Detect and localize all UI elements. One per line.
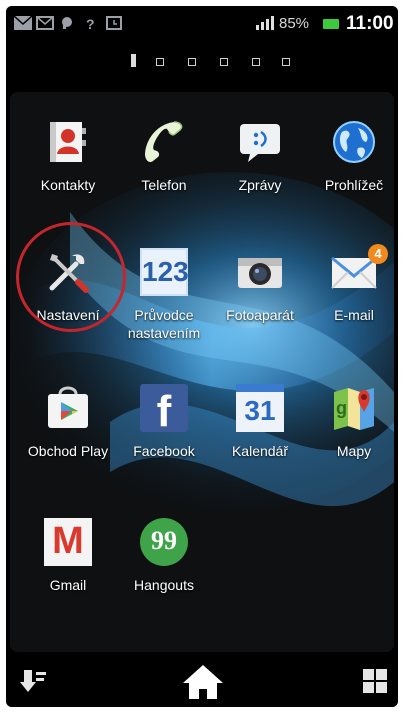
setup-guide-icon-text: 123	[142, 256, 189, 287]
help-icon: ?	[86, 16, 95, 30]
app-prohlizec[interactable]: Prohlížeč	[306, 112, 394, 232]
maps-icon: g	[334, 388, 374, 430]
hangouts-icon: 99	[140, 518, 188, 566]
browser-icon	[333, 121, 375, 163]
page-dot[interactable]	[156, 58, 164, 66]
battery-percent: 85%	[279, 15, 310, 32]
page-dot[interactable]	[188, 58, 196, 66]
app-drawer: Kontakty Telefon Zprávy Prohlížeč Nastav…	[10, 92, 394, 652]
app-label: Kalendář	[231, 443, 289, 459]
app-obchod[interactable]: Obchod Play	[20, 378, 116, 498]
mail-icon	[36, 16, 54, 30]
app-label: Mapy	[336, 443, 372, 459]
app-label: Telefon	[141, 177, 187, 193]
app-facebook[interactable]: f Facebook	[116, 378, 212, 498]
contacts-icon	[50, 122, 86, 162]
app-label: Prohlížeč	[324, 177, 384, 193]
battery-icon	[323, 19, 339, 29]
chat-icon	[62, 17, 72, 29]
app-email[interactable]: 4 E-mail	[306, 242, 394, 362]
page-dot[interactable]	[282, 58, 290, 66]
facebook-icon: f	[140, 384, 188, 432]
alarm-icon	[106, 16, 122, 30]
svg-text:?: ?	[86, 16, 95, 30]
hangouts-icon-text: 99	[151, 526, 177, 555]
sort-icon[interactable]	[20, 668, 48, 694]
messages-icon	[240, 124, 280, 162]
app-fotoaparat[interactable]: Fotoaparát	[212, 242, 308, 362]
setup-guide-icon: 123	[140, 248, 189, 296]
app-label: Hangouts	[134, 577, 194, 593]
app-label: Fotoaparát	[226, 307, 294, 323]
app-zpravy[interactable]: Zprávy	[212, 112, 308, 232]
app-label: Facebook	[133, 443, 195, 459]
phone-screen: ? 85% 11:00 Kontakty Telefon Zprávy Proh…	[6, 6, 398, 707]
grid-icon[interactable]	[362, 668, 388, 694]
status-bar: ? 85% 11:00	[6, 6, 398, 40]
app-label: Průvodce nastavením	[127, 307, 201, 341]
app-label: Zprávy	[238, 177, 282, 193]
app-kalendar[interactable]: 31 Kalendář	[212, 378, 308, 498]
signal-icon	[256, 16, 274, 30]
page-dot[interactable]	[220, 58, 228, 66]
page-dot-active[interactable]	[131, 54, 136, 67]
app-gmail[interactable]: M Gmail	[20, 512, 116, 632]
app-label: E-mail	[334, 307, 374, 323]
app-pruvodce[interactable]: 123 Průvodce nastavením	[116, 242, 212, 362]
app-label: Gmail	[49, 577, 87, 593]
navigation-bar	[6, 654, 398, 707]
play-store-icon	[48, 386, 88, 428]
calendar-icon: 31	[236, 384, 284, 432]
clock: 11:00	[346, 13, 394, 34]
app-label: Obchod Play	[27, 443, 109, 459]
app-telefon[interactable]: Telefon	[116, 112, 212, 232]
page-indicator	[6, 50, 398, 70]
phone-icon	[145, 121, 183, 163]
app-hangouts[interactable]: 99 Hangouts	[116, 512, 212, 632]
facebook-icon-text: f	[156, 387, 172, 432]
home-icon[interactable]	[181, 663, 225, 701]
app-mapy[interactable]: g Mapy	[306, 378, 394, 498]
email-badge: 4	[368, 244, 388, 264]
camera-icon	[238, 258, 282, 288]
app-label: Kontakty	[40, 177, 96, 193]
svg-text:g: g	[336, 398, 347, 418]
mail-icon	[14, 16, 32, 30]
gmail-icon-text: M	[52, 520, 84, 562]
email-badge-count: 4	[374, 246, 382, 261]
calendar-icon-text: 31	[244, 395, 276, 426]
app-kontakty[interactable]: Kontakty	[20, 112, 116, 232]
gmail-icon: M	[44, 518, 92, 566]
page-dot[interactable]	[252, 58, 260, 66]
highlight-ring	[16, 222, 126, 332]
